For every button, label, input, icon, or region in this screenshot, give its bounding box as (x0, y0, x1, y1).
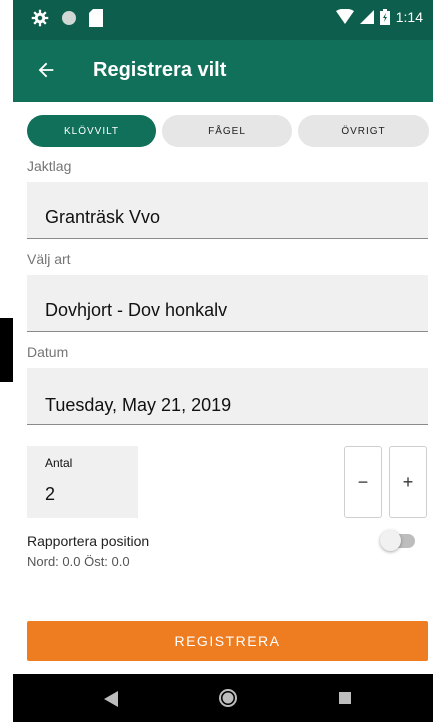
position-toggle-thumb[interactable] (380, 530, 401, 551)
status-time: 1:14 (395, 9, 423, 25)
increment-button[interactable]: + (389, 446, 427, 518)
back-arrow-icon[interactable] (35, 59, 57, 81)
antal-label: Antal (45, 456, 73, 470)
position-label: Rapportera position (27, 533, 150, 549)
record-dot-icon (62, 11, 76, 25)
tab-label: FÅGEL (208, 125, 246, 137)
tab-label: KLÖVVILT (63, 125, 120, 137)
plus-icon: + (402, 471, 414, 492)
battery-icon (379, 9, 390, 25)
status-bar: 1:14 (13, 0, 433, 40)
datum-value: Tuesday, May 21, 2019 (45, 395, 232, 415)
tab-label: ÖVRIGT (341, 125, 386, 137)
home-nav-icon[interactable] (218, 688, 238, 708)
settings-icon (31, 9, 49, 27)
datum-field[interactable]: Tuesday, May 21, 2019 (27, 368, 428, 425)
antal-field[interactable]: Antal 2 (27, 446, 138, 518)
wifi-icon (335, 9, 354, 24)
left-edge-overlay (0, 318, 13, 382)
datum-label: Datum (27, 344, 69, 360)
position-coords: Nord: 0.0 Öst: 0.0 (27, 554, 130, 569)
antal-value: 2 (45, 484, 56, 504)
tab-klovvilt[interactable]: KLÖVVILT (27, 115, 156, 147)
tab-fagel[interactable]: FÅGEL (162, 115, 292, 147)
art-select[interactable]: Dovhjort - Dov honkalv (27, 275, 428, 332)
jaktlag-label: Jaktlag (27, 158, 72, 174)
decrement-button[interactable]: − (344, 446, 382, 518)
page-title: Registrera vilt (93, 59, 227, 81)
register-button-label: REGISTRERA (174, 633, 281, 649)
jaktlag-value: Granträsk Vvo (45, 207, 161, 227)
app-bar: Registrera vilt (13, 40, 433, 102)
recents-nav-icon[interactable] (339, 692, 351, 704)
minus-icon: − (357, 471, 369, 492)
sd-card-icon (89, 9, 103, 27)
nav-bar (13, 674, 433, 722)
cell-signal-icon (359, 10, 374, 24)
art-value: Dovhjort - Dov honkalv (45, 300, 228, 320)
category-tabs: KLÖVVILT FÅGEL ÖVRIGT (27, 115, 429, 147)
art-label: Välj art (27, 251, 71, 267)
back-nav-icon[interactable] (104, 691, 118, 707)
tab-ovrigt[interactable]: ÖVRIGT (298, 115, 429, 147)
register-button[interactable]: REGISTRERA (27, 621, 428, 661)
jaktlag-field[interactable]: Granträsk Vvo (27, 182, 428, 239)
